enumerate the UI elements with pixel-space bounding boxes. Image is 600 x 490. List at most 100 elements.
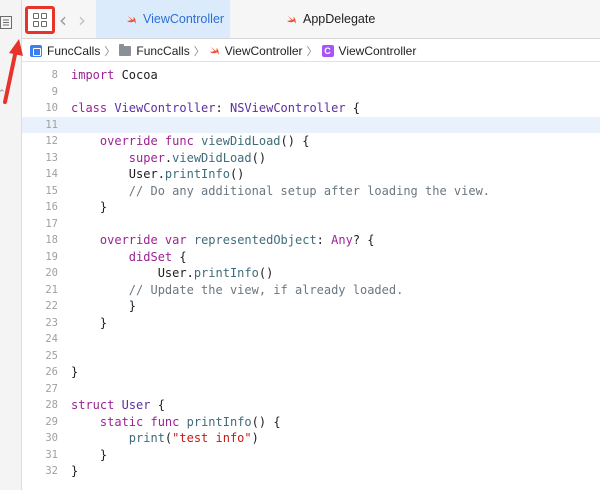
line-number: 25 xyxy=(45,349,58,362)
code-text: } xyxy=(71,447,107,464)
grid-icon-cell xyxy=(41,21,47,27)
code-token: User xyxy=(121,398,151,412)
line-number: 18 xyxy=(45,234,58,246)
code-token: override func xyxy=(99,134,194,148)
code-line[interactable]: 31 } xyxy=(22,447,600,464)
code-token: didSet xyxy=(128,249,173,264)
line-number: 31 xyxy=(45,448,58,461)
code-line[interactable]: 22 } xyxy=(22,298,600,315)
code-text: override func viewDidLoad() { xyxy=(71,133,310,150)
code-token: // Do any additional setup after loading… xyxy=(128,183,491,198)
code-text: } xyxy=(71,315,107,332)
code-line[interactable]: 25 xyxy=(22,348,600,365)
code-text: User.printInfo() xyxy=(71,265,274,282)
line-number: 15 xyxy=(45,184,58,197)
line-number: 30 xyxy=(45,432,58,444)
code-line[interactable]: 14 User.printInfo() xyxy=(22,166,600,183)
code-token: } xyxy=(71,447,108,462)
code-line[interactable]: 12 override func viewDidLoad() { xyxy=(22,133,600,150)
related-items-grid-button[interactable] xyxy=(25,6,55,34)
code-token: () xyxy=(251,150,267,165)
breadcrumb-separator-icon: 〉 xyxy=(306,45,318,58)
breadcrumb-separator-icon: 〉 xyxy=(193,45,205,58)
folder-icon xyxy=(119,43,132,56)
list-icon[interactable] xyxy=(0,16,12,29)
code-line[interactable]: 13 super.viewDidLoad() xyxy=(22,150,600,167)
code-text: didSet { xyxy=(71,249,187,266)
code-token: { xyxy=(172,249,187,264)
code-line[interactable]: 21 // Update the view, if already loaded… xyxy=(22,282,600,299)
code-line[interactable]: 23 } xyxy=(22,315,600,332)
code-line[interactable]: 30 print("test info") xyxy=(22,430,600,447)
code-line[interactable]: 27 xyxy=(22,381,600,398)
line-number: 11 xyxy=(45,118,58,131)
code-token: class xyxy=(71,101,108,115)
code-line[interactable]: 8 import Cocoa xyxy=(22,67,600,84)
line-number: 29 xyxy=(45,415,58,428)
code-token: () { xyxy=(280,134,310,148)
code-line[interactable]: 28 struct User { xyxy=(22,397,600,414)
code-line[interactable]: 24 xyxy=(22,331,600,348)
code-token: () { xyxy=(251,414,281,429)
code-text: } xyxy=(71,199,107,216)
code-token: printInfo xyxy=(164,167,230,181)
class-icon: C xyxy=(321,44,334,57)
code-token: super xyxy=(128,150,165,165)
breadcrumb-project-label: FuncCalls xyxy=(47,43,101,58)
code-token: } xyxy=(71,464,79,478)
code-text: User.printInfo() xyxy=(71,166,245,183)
code-line[interactable]: 18 override var representedObject: Any? … xyxy=(22,232,600,249)
code-token: // Update the view, if already loaded. xyxy=(128,282,404,297)
code-line[interactable]: 19 didSet { xyxy=(22,249,600,266)
line-number: 12 xyxy=(45,135,58,147)
line-number: 27 xyxy=(45,382,58,395)
code-line[interactable]: 16 } xyxy=(22,199,600,216)
code-line[interactable]: 29 static func printInfo() { xyxy=(22,414,600,431)
line-number: 14 xyxy=(45,168,58,180)
breadcrumb-file-label: ViewController xyxy=(224,43,303,58)
breadcrumb: FuncCalls 〉 FuncCalls 〉 ViewController 〉… xyxy=(22,40,600,62)
code-token: struct xyxy=(71,398,115,412)
code-line[interactable]: 32} xyxy=(22,463,600,480)
swift-file-icon xyxy=(287,15,296,24)
back-arrow-icon[interactable]: ‹ xyxy=(59,8,67,32)
breadcrumb-file[interactable]: ViewController xyxy=(209,44,303,58)
code-line[interactable]: 10 class ViewController: NSViewController… xyxy=(22,100,600,117)
code-line[interactable]: 20 User.printInfo() xyxy=(22,265,600,282)
code-text: import Cocoa xyxy=(71,67,158,84)
line-number: 32 xyxy=(45,465,58,477)
code-line[interactable]: 17 xyxy=(22,216,600,233)
code-line[interactable]: 15 // Do any additional setup after load… xyxy=(22,183,600,200)
line-number: 28 xyxy=(45,399,58,411)
code-text: override var representedObject: Any? { xyxy=(71,232,375,249)
breadcrumb-project[interactable]: FuncCalls xyxy=(30,44,100,58)
line-number: 16 xyxy=(45,201,58,213)
code-text: print("test info") xyxy=(71,430,259,447)
breadcrumb-folder-label: FuncCalls xyxy=(136,43,190,58)
breadcrumb-symbol[interactable]: C ViewController xyxy=(321,44,416,58)
tab-label: AppDelegate xyxy=(303,12,376,26)
code-editor[interactable]: 8 import Cocoa 9 10 class ViewController: NS… xyxy=(22,63,600,490)
code-text: } xyxy=(71,298,136,315)
code-line[interactable]: 26} xyxy=(22,364,600,381)
line-number: 21 xyxy=(45,283,58,296)
line-number: 22 xyxy=(45,300,58,312)
forward-arrow-icon[interactable]: › xyxy=(78,8,86,32)
code-line[interactable]: 9 xyxy=(22,84,600,101)
code-token: ? { xyxy=(352,233,375,247)
breadcrumb-folder[interactable]: FuncCalls xyxy=(119,43,190,58)
code-token: User. xyxy=(71,266,194,280)
code-line[interactable]: 11 xyxy=(22,116,600,133)
tab-viewcontroller[interactable]: ViewController xyxy=(96,0,230,38)
editor-tab-bar: ‹ › ViewController AppDelegate xyxy=(22,0,600,39)
tab-appdelegate[interactable]: AppDelegate xyxy=(234,0,394,38)
code-token: Any xyxy=(331,233,353,247)
code-token: printInfo xyxy=(193,266,259,280)
